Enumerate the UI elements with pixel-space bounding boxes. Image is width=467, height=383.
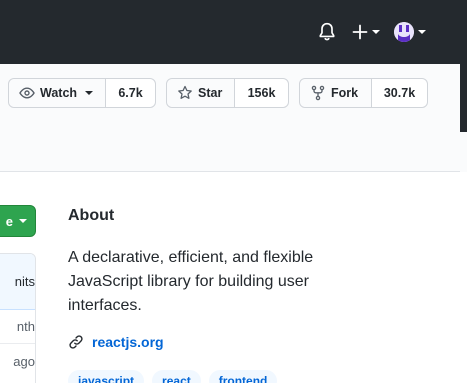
topics-list: javascript react frontend: [68, 370, 285, 383]
topic-tag[interactable]: react: [152, 370, 201, 383]
chevron-down-icon: [372, 30, 380, 34]
create-new-button[interactable]: [352, 20, 382, 44]
user-menu-button[interactable]: [394, 20, 430, 44]
about-heading: About: [68, 207, 115, 224]
fork-button-group: Fork 30.7k: [299, 78, 428, 108]
avatar: [394, 22, 414, 42]
code-button-label: e: [5, 213, 13, 229]
code-button[interactable]: e: [0, 205, 36, 237]
bell-icon: [319, 22, 335, 41]
link-icon: [69, 335, 83, 349]
repo-forked-icon: [311, 85, 325, 101]
fork-button[interactable]: Fork: [300, 79, 372, 107]
watch-button-group: Watch 6.7k: [8, 78, 156, 108]
star-icon: [178, 85, 192, 99]
watch-count[interactable]: 6.7k: [106, 79, 155, 107]
repo-description: A declarative, efficient, and flexible J…: [68, 249, 314, 314]
chevron-down-icon: [19, 219, 27, 223]
website-link[interactable]: reactjs.org: [92, 334, 164, 350]
chevron-down-icon: [85, 91, 94, 95]
topic-tag[interactable]: frontend: [208, 370, 278, 383]
scrollbar[interactable]: [460, 64, 467, 132]
website-link-row: reactjs.org: [68, 334, 164, 350]
plus-icon: [352, 24, 368, 40]
watch-label: Watch: [40, 86, 78, 100]
commits-panel: nits nth ago: [0, 253, 36, 383]
notifications-button[interactable]: [318, 20, 340, 44]
star-button-group: Star 156k: [166, 78, 289, 108]
list-item: nth: [0, 310, 35, 344]
chevron-down-icon: [418, 30, 426, 34]
global-header: [0, 0, 467, 64]
topic-tag[interactable]: javascript: [68, 370, 145, 383]
watch-button[interactable]: Watch: [9, 79, 106, 107]
list-item: ago: [13, 353, 35, 369]
star-count[interactable]: 156k: [235, 79, 288, 107]
repo-header: Watch 6.7k Star 156k Fork 30.7k: [0, 64, 460, 172]
commits-link[interactable]: nits: [0, 254, 35, 310]
fork-label: Fork: [331, 86, 359, 100]
eye-icon: [19, 87, 35, 99]
fork-count[interactable]: 30.7k: [372, 79, 427, 107]
star-button[interactable]: Star: [167, 79, 235, 107]
star-label: Star: [198, 86, 223, 100]
